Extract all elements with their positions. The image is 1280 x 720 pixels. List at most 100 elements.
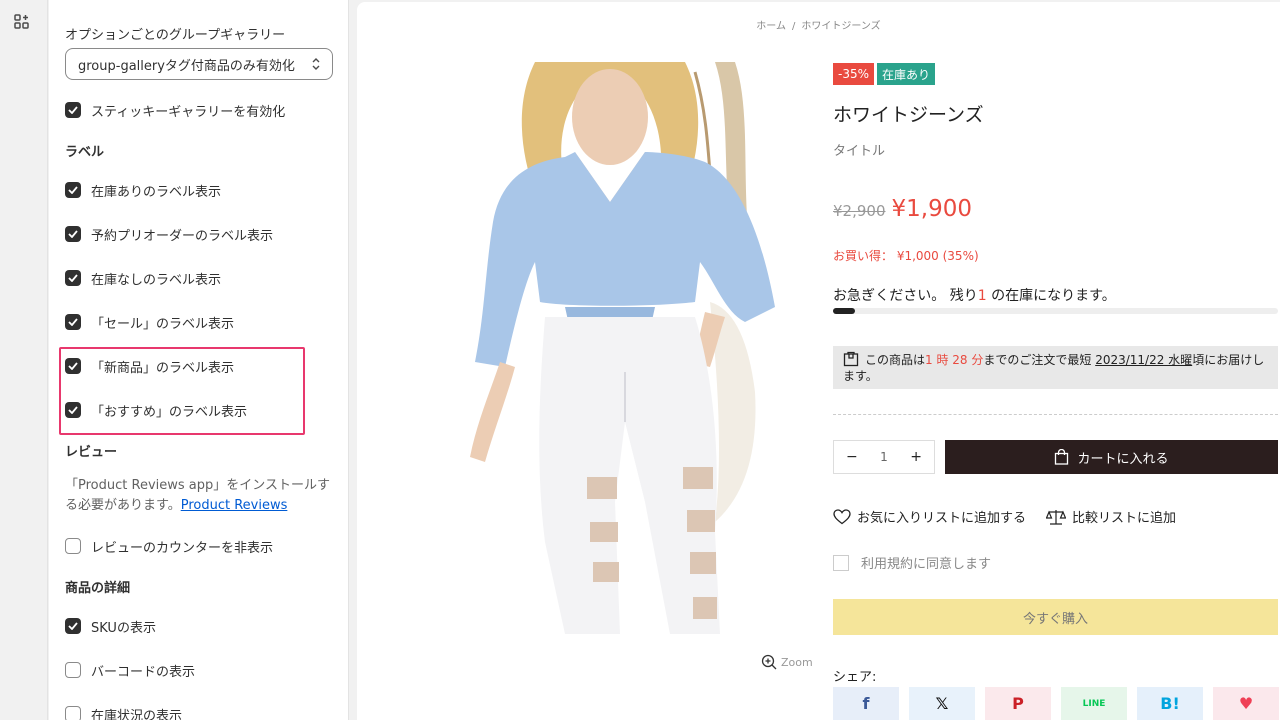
product-image[interactable] xyxy=(415,62,815,634)
package-icon xyxy=(843,351,859,367)
zoom-in-icon xyxy=(761,654,777,670)
detail-checkbox-barcode[interactable]: バーコードの表示 xyxy=(65,660,195,680)
product-badges: -35% 在庫あり xyxy=(833,63,938,85)
checkbox-label: 在庫なしのラベル表示 xyxy=(91,272,222,288)
share-facebook-button[interactable]: f xyxy=(833,687,899,720)
detail-checkbox-sku[interactable]: SKUの表示 xyxy=(65,616,156,636)
add-to-cart-label: カートに入れる xyxy=(1077,451,1169,467)
storefront-preview: ホーム / ホワイトジーンズ Zoom -35% 在庫あり ホワイトジーンズ タ… xyxy=(357,2,1280,720)
buy-now-label: 今すぐ購入 xyxy=(1022,611,1088,627)
checkbox-checked-icon xyxy=(65,618,81,634)
low-stock-prefix: お急ぎください。 残り xyxy=(833,288,978,304)
checkbox-checked-icon xyxy=(65,102,81,118)
share-x-button[interactable]: 𝕏 xyxy=(909,687,975,720)
quantity-value[interactable]: 1 xyxy=(880,450,888,464)
review-app-link[interactable]: Product Reviews xyxy=(181,498,288,513)
review-note: 「Product Reviews app」をインストールする必要があります。Pr… xyxy=(65,476,335,516)
terms-checkbox[interactable]: 利用規約に同意します xyxy=(833,553,991,572)
checkbox-label: 予約プリオーダーのラベル表示 xyxy=(91,228,274,244)
stock-progress-bar xyxy=(833,308,1278,314)
select-chevron-icon xyxy=(312,58,320,70)
labels-heading: ラベル xyxy=(65,145,105,160)
checkbox-checked-icon xyxy=(65,182,81,198)
in-stock-badge: 在庫あり xyxy=(877,63,936,85)
product-subtitle: タイトル xyxy=(833,144,886,159)
checkbox-label: レビューのカウンターを非表示 xyxy=(91,540,274,556)
checkbox-unchecked-icon xyxy=(65,706,81,720)
apps-icon[interactable] xyxy=(13,13,31,31)
checkbox-label: スティッキーギャラリーを有効化 xyxy=(91,104,286,120)
delivery-prefix: この商品は xyxy=(865,353,926,367)
share-line-button[interactable]: LINE xyxy=(1061,687,1127,720)
quantity-stepper[interactable]: − 1 + xyxy=(833,440,935,474)
review-counter-checkbox[interactable]: レビューのカウンターを非表示 xyxy=(65,536,273,556)
delivery-countdown: 1 時 28 分 xyxy=(925,353,984,367)
sticky-gallery-checkbox[interactable]: スティッキーギャラリーを有効化 xyxy=(65,100,285,120)
share-pinterest-button[interactable]: P xyxy=(985,687,1051,720)
checkbox-unchecked-icon xyxy=(65,662,81,678)
checkbox-label: 在庫ありのラベル表示 xyxy=(91,184,222,200)
checkbox-label: 在庫状況の表示 xyxy=(91,708,183,720)
pinterest-icon: P xyxy=(1012,694,1024,713)
checkbox-unchecked-icon xyxy=(65,538,81,554)
savings-text: お買い得： ¥1,000 (35%) xyxy=(833,249,979,263)
heart-icon xyxy=(833,508,851,524)
low-stock-suffix: の在庫になります。 xyxy=(986,288,1116,304)
breadcrumb-separator: / xyxy=(792,21,796,32)
stock-progress-fill xyxy=(833,308,856,314)
zoom-button[interactable]: Zoom xyxy=(761,654,813,670)
shopping-bag-icon xyxy=(1055,449,1069,465)
highlight-annotation xyxy=(59,347,305,435)
sale-price: ¥1,900 xyxy=(891,196,972,222)
detail-checkbox-inventory[interactable]: 在庫状況の表示 xyxy=(65,704,182,720)
label-checkbox-in-stock[interactable]: 在庫ありのラベル表示 xyxy=(65,180,221,200)
facebook-icon: f xyxy=(862,694,870,713)
checkbox-checked-icon xyxy=(65,270,81,286)
app-rail xyxy=(0,0,48,720)
checkbox-checked-icon xyxy=(65,226,81,242)
share-label: シェア: xyxy=(833,670,877,685)
share-pocket-button[interactable]: ♥ xyxy=(1213,687,1279,720)
scale-icon xyxy=(1046,509,1067,525)
line-icon: LINE xyxy=(1082,698,1106,709)
group-gallery-label: オプションごとのグループギャラリー xyxy=(65,28,286,43)
sale-badge: -35% xyxy=(833,63,875,85)
delivery-date: 2023/11/22 水曜 xyxy=(1095,353,1193,367)
quantity-increase-button[interactable]: + xyxy=(910,449,922,465)
quantity-decrease-button[interactable]: − xyxy=(846,449,858,465)
low-stock-message: お急ぎください。 残り1 の在庫になります。 xyxy=(833,285,1116,305)
label-checkbox-sale[interactable]: 「セール」のラベル表示 xyxy=(65,312,234,332)
review-heading: レビュー xyxy=(65,445,118,460)
delivery-mid: までのご注文で最短 xyxy=(983,353,1096,367)
compare-label: 比較リストに追加 xyxy=(1072,511,1177,526)
product-title: ホワイトジーンズ xyxy=(833,104,984,126)
product-info: -35% 在庫あり ホワイトジーンズ タイトル ¥2,900 ¥1,900 お買… xyxy=(833,2,1280,720)
checkbox-label: 「セール」のラベル表示 xyxy=(91,316,235,332)
add-to-wishlist-button[interactable]: お気に入りリストに追加する xyxy=(833,507,1026,526)
group-gallery-select[interactable]: group-galleryタグ付商品のみ有効化 xyxy=(65,48,333,80)
label-checkbox-preorder[interactable]: 予約プリオーダーのラベル表示 xyxy=(65,224,273,244)
x-icon: 𝕏 xyxy=(935,694,949,713)
add-to-cart-button[interactable]: カートに入れる xyxy=(945,440,1278,474)
group-gallery-value: group-galleryタグ付商品のみ有効化 xyxy=(78,58,295,74)
product-actions: お気に入りリストに追加する 比較リストに追加 xyxy=(833,507,1196,526)
product-price: ¥2,900 ¥1,900 xyxy=(833,196,972,222)
hatena-icon: B! xyxy=(1160,694,1180,713)
wishlist-label: お気に入りリストに追加する xyxy=(857,511,1027,526)
buy-now-button[interactable]: 今すぐ購入 xyxy=(833,599,1278,635)
zoom-label: Zoom xyxy=(781,655,813,669)
share-hatena-button[interactable]: B! xyxy=(1137,687,1203,720)
details-heading: 商品の詳細 xyxy=(65,581,131,596)
checkbox-checked-icon xyxy=(65,314,81,330)
terms-label: 利用規約に同意します xyxy=(861,557,992,572)
share-buttons: f 𝕏 P LINE B! ♥ xyxy=(833,687,1280,720)
add-to-compare-button[interactable]: 比較リストに追加 xyxy=(1046,507,1176,526)
checkbox-label: バーコードの表示 xyxy=(91,664,196,680)
label-checkbox-out-of-stock[interactable]: 在庫なしのラベル表示 xyxy=(65,268,221,288)
delivery-estimate: この商品は1 時 28 分までのご注文で最短 2023/11/22 水曜頃にお届… xyxy=(833,346,1278,389)
checkbox-label: SKUの表示 xyxy=(91,620,156,636)
pocket-icon: ♥ xyxy=(1238,694,1254,713)
checkbox-unchecked-icon xyxy=(833,554,849,571)
breadcrumb-home[interactable]: ホーム xyxy=(756,21,786,32)
divider xyxy=(833,414,1278,415)
